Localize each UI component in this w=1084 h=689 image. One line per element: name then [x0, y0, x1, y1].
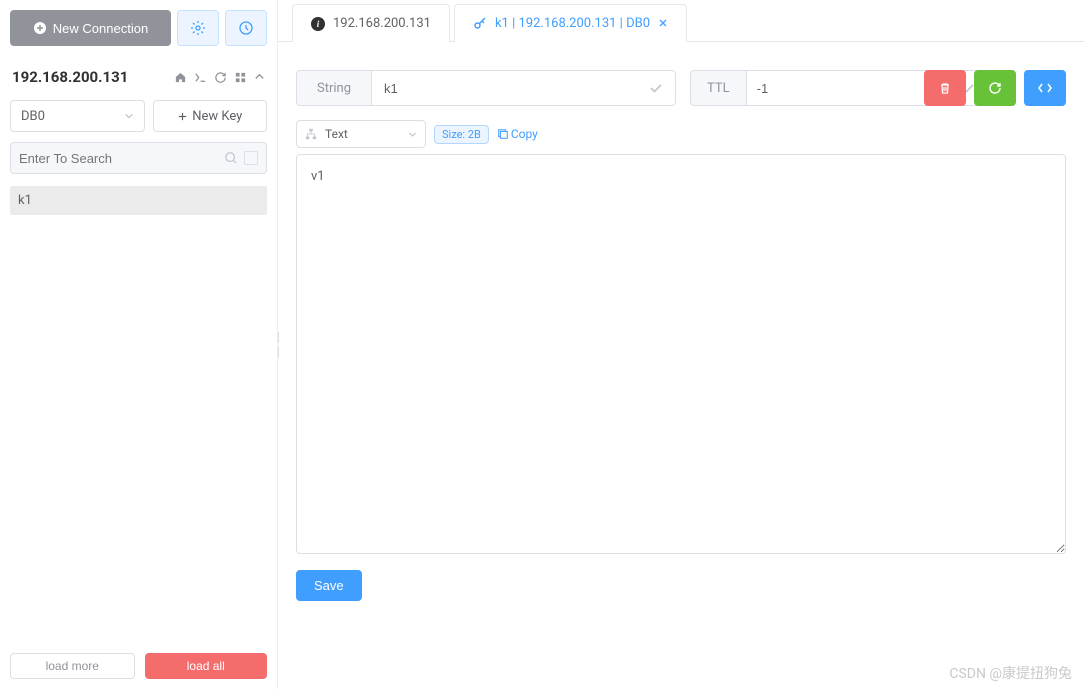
close-icon[interactable] [658, 18, 668, 28]
tab-key-editor[interactable]: k1 | 192.168.200.131 | DB0 [454, 4, 687, 42]
key-list: k1 [10, 186, 267, 645]
key-toolbar: String TTL [296, 70, 1066, 106]
trash-icon [938, 81, 952, 95]
ttl-input[interactable] [757, 81, 933, 96]
exact-match-checkbox[interactable] [244, 151, 258, 165]
new-key-button[interactable]: New Key [153, 100, 268, 132]
load-more-button[interactable]: load more [10, 653, 135, 679]
chevron-down-icon [124, 111, 134, 121]
copy-button[interactable]: Copy [497, 127, 538, 141]
value-toolbar: Text Size: 2B Copy [296, 120, 1066, 148]
home-icon[interactable] [174, 71, 187, 84]
main-panel: i 192.168.200.131 k1 | 192.168.200.131 |… [278, 0, 1084, 689]
clock-icon [238, 20, 254, 36]
delete-button[interactable] [924, 70, 966, 106]
code-icon [1037, 81, 1053, 95]
key-name-input[interactable] [384, 81, 649, 96]
search-icon[interactable] [224, 151, 238, 165]
ttl-label: TTL [690, 70, 747, 106]
key-item[interactable]: k1 [10, 186, 267, 215]
refresh-button[interactable] [974, 70, 1016, 106]
code-button[interactable] [1024, 70, 1066, 106]
refresh-icon [988, 81, 1002, 95]
value-textarea[interactable] [296, 154, 1066, 554]
grid-icon[interactable] [234, 71, 247, 84]
tab-server-info[interactable]: i 192.168.200.131 [292, 4, 450, 42]
tab-label: 192.168.200.131 [333, 16, 431, 31]
copy-icon [497, 128, 509, 140]
refresh-icon[interactable] [214, 71, 227, 84]
collapse-icon[interactable] [254, 71, 265, 84]
new-connection-button[interactable]: New Connection [10, 10, 171, 46]
search-box[interactable] [10, 142, 267, 174]
sitemap-icon [305, 128, 317, 140]
copy-label: Copy [511, 127, 538, 141]
connection-title: 192.168.200.131 [12, 68, 128, 86]
db-select-value: DB0 [21, 109, 45, 124]
connection-header: 192.168.200.131 [10, 68, 267, 86]
plus-icon [177, 111, 188, 122]
split-handle[interactable] [276, 332, 281, 358]
gear-icon [190, 20, 206, 36]
settings-button[interactable] [177, 10, 219, 46]
confirm-rename-icon[interactable] [649, 81, 663, 95]
save-button[interactable]: Save [296, 570, 362, 601]
search-input[interactable] [19, 151, 220, 166]
new-connection-label: New Connection [53, 21, 148, 36]
info-icon: i [311, 17, 325, 31]
new-key-label: New Key [192, 109, 242, 124]
db-select[interactable]: DB0 [10, 100, 145, 132]
log-button[interactable] [225, 10, 267, 46]
format-label: Text [325, 127, 348, 141]
load-all-button[interactable]: load all [145, 653, 268, 679]
plus-circle-icon [33, 21, 47, 35]
format-select[interactable]: Text [296, 120, 426, 148]
terminal-icon[interactable] [194, 71, 207, 84]
type-label: String [296, 70, 372, 106]
sidebar: New Connection 192.168.200.131 [0, 0, 278, 689]
chevron-down-icon [408, 130, 417, 139]
tab-bar: i 192.168.200.131 k1 | 192.168.200.131 |… [278, 0, 1084, 42]
tab-label: k1 | 192.168.200.131 | DB0 [495, 16, 650, 31]
size-badge: Size: 2B [434, 125, 489, 144]
key-icon [473, 16, 487, 30]
